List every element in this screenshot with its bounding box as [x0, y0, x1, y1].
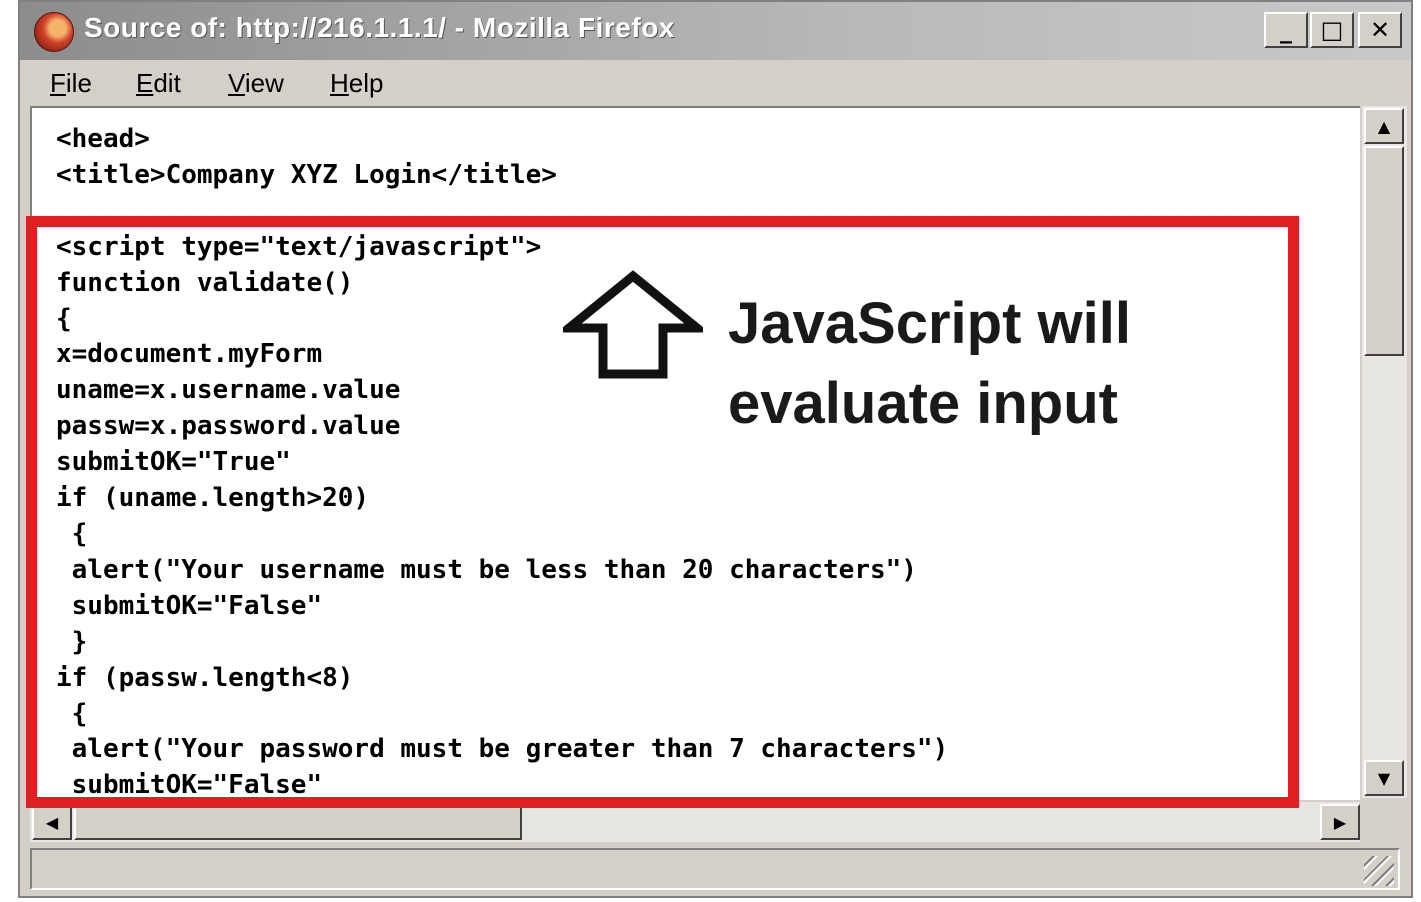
- annotation-line-1: JavaScript will: [728, 291, 1131, 356]
- menu-view-label: iew: [244, 68, 284, 98]
- annotation-line-2: evaluate input: [728, 371, 1118, 436]
- source-line: submitOK="False": [56, 770, 323, 800]
- menu-bar: File Edit View Help: [20, 60, 1411, 106]
- menu-view-mnemonic: V: [228, 68, 245, 98]
- vertical-scroll-thumb[interactable]: [1364, 146, 1404, 356]
- source-line: <script type="text/javascript">: [56, 231, 542, 262]
- menu-help-label: elp: [348, 68, 384, 98]
- menu-help-mnemonic: H: [330, 68, 349, 98]
- menu-help[interactable]: Help: [330, 68, 383, 99]
- menu-edit-label: dit: [153, 68, 181, 98]
- menu-edit[interactable]: Edit: [136, 68, 181, 99]
- close-button[interactable]: ✕: [1358, 12, 1402, 48]
- source-line: }: [56, 626, 88, 657]
- maximize-button[interactable]: □: [1310, 12, 1354, 48]
- horizontal-scrollbar[interactable]: ◀ ▶: [30, 802, 1360, 842]
- minimize-button[interactable]: _: [1264, 12, 1308, 48]
- source-line: if (uname.length>20): [56, 483, 370, 514]
- scroll-down-button[interactable]: ▼: [1364, 760, 1404, 796]
- source-line: if (passw.length<8): [56, 662, 354, 693]
- vertical-scrollbar[interactable]: ▲ ▼: [1362, 106, 1407, 798]
- horizontal-scroll-thumb[interactable]: [74, 804, 522, 840]
- browser-window: Source of: http://216.1.1.1/ - Mozilla F…: [18, 0, 1413, 898]
- menu-file-label: ile: [65, 68, 92, 98]
- firefox-logo-icon: [34, 12, 74, 52]
- resize-grip-icon[interactable]: [1364, 856, 1394, 886]
- menu-view[interactable]: View: [228, 68, 284, 99]
- source-line: submitOK="False": [56, 590, 323, 621]
- menu-edit-mnemonic: E: [136, 68, 154, 98]
- menu-file-mnemonic: F: [50, 68, 66, 98]
- source-line: alert("Your password must be greater tha…: [56, 734, 949, 765]
- source-view[interactable]: <head> <title>Company XYZ Login</title> <…: [30, 106, 1360, 800]
- scroll-left-button[interactable]: ◀: [32, 804, 72, 840]
- title-bar[interactable]: Source of: http://216.1.1.1/ - Mozilla F…: [20, 2, 1411, 60]
- up-arrow-icon: [556, 270, 710, 382]
- source-line: {: [56, 698, 88, 729]
- scroll-up-button[interactable]: ▲: [1364, 108, 1404, 144]
- annotation-callout: JavaScript will evaluate input: [728, 284, 1131, 444]
- source-line: {: [56, 518, 88, 549]
- status-bar: [30, 848, 1400, 890]
- scroll-right-button[interactable]: ▶: [1320, 804, 1360, 840]
- source-line: submitOK="True": [56, 447, 291, 478]
- source-line: [56, 194, 948, 230]
- source-line: <title>Company XYZ Login</title>: [56, 159, 557, 190]
- menu-file[interactable]: File: [50, 68, 92, 99]
- window-title: Source of: http://216.1.1.1/ - Mozilla F…: [84, 12, 675, 43]
- source-code: <head> <title>Company XYZ Login</title> <…: [56, 122, 948, 800]
- source-line: alert("Your username must be less than 2…: [56, 554, 917, 585]
- source-line: <head>: [56, 124, 150, 154]
